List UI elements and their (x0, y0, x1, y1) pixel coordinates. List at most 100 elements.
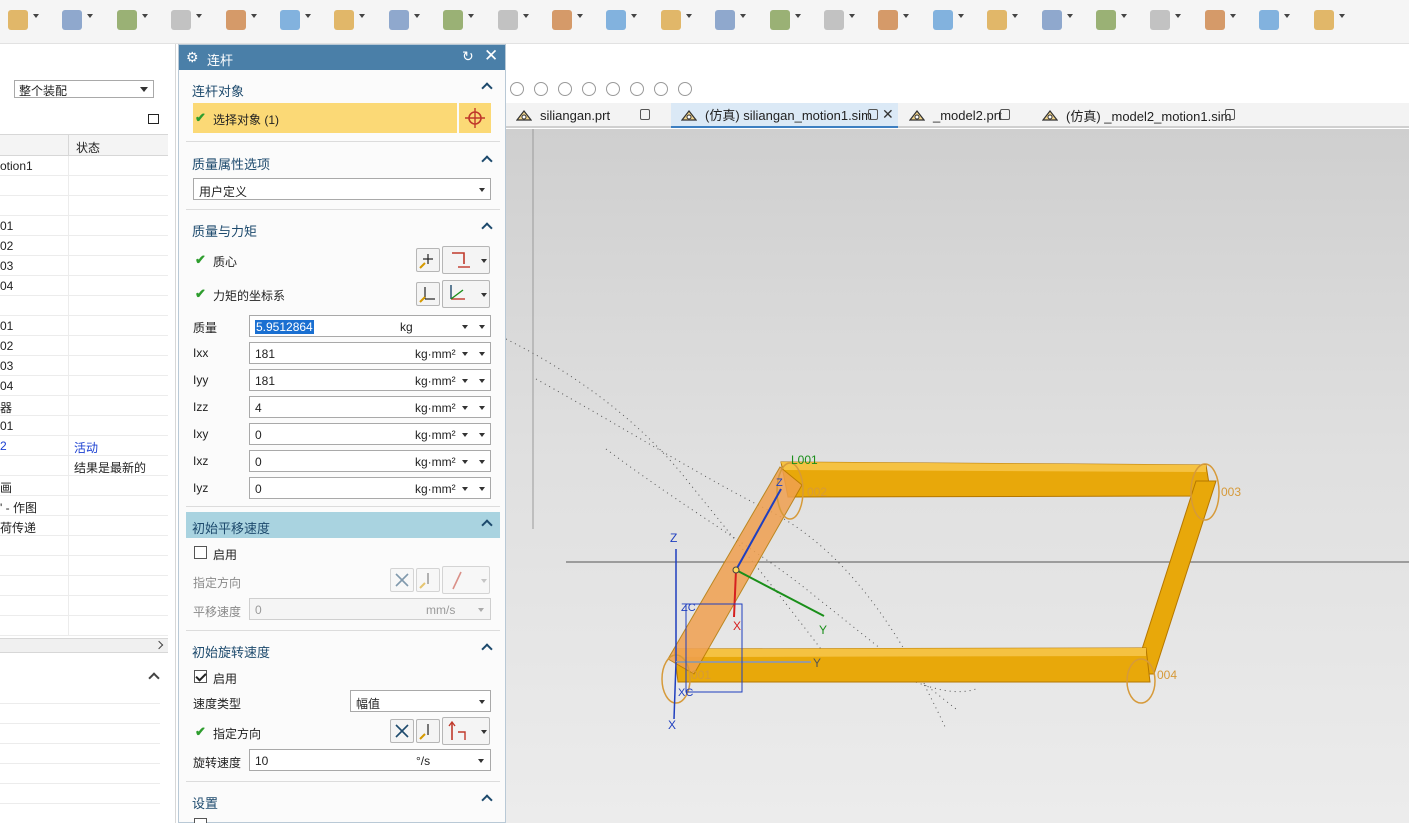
chevron-down-icon[interactable] (479, 406, 485, 410)
chevron-down-icon[interactable] (1121, 14, 1127, 18)
tab-model2-motion1-sim[interactable]: (仿真) _model2_motion1.sim (1032, 103, 1252, 128)
collapse-chevron-icon[interactable] (481, 794, 493, 806)
animation-icon[interactable] (987, 10, 1008, 30)
section-initial-translation[interactable]: 初始平移速度 (186, 512, 500, 538)
measure-icon[interactable] (769, 10, 790, 30)
section-link-object[interactable]: 连杆对象 (186, 75, 500, 101)
chevron-down-icon[interactable] (957, 14, 964, 18)
output-icon[interactable] (1096, 10, 1116, 30)
plot-icon[interactable] (1150, 10, 1171, 30)
vector-type-select[interactable] (442, 717, 490, 745)
gear-joint-icon[interactable] (116, 10, 137, 30)
snap-point-icon[interactable] (630, 82, 644, 96)
snap-point-icon[interactable] (510, 82, 524, 96)
translation-enable-checkbox[interactable] (194, 546, 207, 559)
chevron-down-icon[interactable] (359, 14, 366, 18)
inertia-input[interactable]: 0 kg·mm² (249, 450, 491, 472)
close-icon[interactable]: ✕ (484, 46, 498, 66)
model-canvas[interactable]: L001 002 003 004 001 Z Y X ZC XC Y X Z (506, 129, 1409, 823)
navigator-row[interactable]: 02 (0, 336, 168, 356)
link-icon[interactable] (8, 10, 28, 30)
chevron-down-icon[interactable] (462, 433, 468, 437)
navigator-row[interactable]: 03 (0, 256, 168, 276)
section-mass-moment[interactable]: 质量与力矩 (186, 215, 500, 241)
reverse-direction-button[interactable] (390, 719, 414, 743)
chevron-down-icon[interactable] (196, 14, 203, 18)
previous-frame-icon[interactable] (1259, 10, 1280, 30)
navigator-row[interactable]: 器 (0, 396, 168, 416)
joint-icon[interactable] (62, 10, 83, 30)
crosshair-button[interactable] (459, 103, 491, 133)
chevron-down-icon[interactable] (479, 433, 485, 437)
first-frame-icon[interactable] (1204, 10, 1225, 30)
csys-dialog-button[interactable] (416, 282, 440, 306)
chevron-down-icon[interactable] (1284, 14, 1291, 18)
chevron-down-icon[interactable] (740, 14, 747, 18)
field-unit[interactable]: kg·mm² (415, 482, 456, 496)
chevron-down-icon[interactable] (479, 352, 485, 356)
horizontal-scrollbar[interactable] (0, 638, 168, 653)
chevron-down-icon[interactable] (685, 14, 692, 18)
mass-input[interactable]: 5.9512864 kg (249, 315, 491, 337)
chevron-down-icon[interactable] (1338, 14, 1345, 18)
vector-dialog-button[interactable] (416, 719, 440, 743)
driver-icon[interactable] (606, 10, 627, 30)
chevron-down-icon[interactable] (462, 379, 468, 383)
chevron-down-icon[interactable] (849, 14, 855, 18)
solid-icon[interactable] (225, 10, 246, 30)
collapse-chevron-icon[interactable] (481, 155, 493, 167)
chevron-down-icon[interactable] (1175, 14, 1182, 18)
chevron-down-icon[interactable] (462, 460, 468, 464)
inertia-input[interactable]: 4 kg·mm² (249, 396, 491, 418)
chevron-down-icon[interactable] (87, 14, 94, 18)
marker-icon[interactable] (280, 10, 300, 30)
angle-icon[interactable] (497, 10, 518, 30)
inertia-input[interactable]: 0 kg·mm² (249, 423, 491, 445)
reverse-direction-button[interactable] (390, 568, 414, 592)
function-icon[interactable] (660, 10, 681, 30)
collapse-chevron-icon[interactable] (481, 643, 493, 655)
chevron-down-icon[interactable] (462, 487, 468, 491)
select-object-row[interactable]: ✔ 选择对象 (1) (193, 103, 457, 133)
point-type-select[interactable] (442, 246, 490, 274)
open-external-icon[interactable] (1225, 109, 1235, 120)
field-unit[interactable]: kg·mm² (415, 401, 456, 415)
chevron-down-icon[interactable] (413, 14, 420, 18)
chevron-down-icon[interactable] (577, 14, 583, 18)
navigator-row[interactable]: 03 (0, 356, 168, 376)
section-icon[interactable] (1041, 10, 1062, 30)
navigator-row[interactable] (0, 196, 168, 216)
chevron-down-icon[interactable] (141, 14, 148, 18)
chevron-down-icon[interactable] (33, 14, 39, 18)
navigator-row[interactable]: 04 (0, 276, 168, 296)
chevron-down-icon[interactable] (479, 460, 485, 464)
chevron-down-icon[interactable] (522, 14, 529, 18)
translation-speed-input[interactable]: 0 mm/s (249, 598, 491, 620)
tab-siliangan-motion1-sim[interactable]: (仿真) siliangan_motion1.sim ✕ (671, 103, 898, 128)
navigator-row[interactable]: otion1 (0, 156, 168, 176)
section-settings[interactable]: 设置 (186, 787, 500, 813)
navigator-row[interactable]: 02 (0, 236, 168, 256)
navigator-row[interactable] (0, 616, 168, 636)
navigator-row[interactable] (0, 536, 168, 556)
assembly-filter-select[interactable]: 整个装配 (14, 80, 154, 98)
navigator-row[interactable]: 04 (0, 376, 168, 396)
chevron-down-icon[interactable] (468, 14, 475, 18)
constraint-icon[interactable] (552, 10, 572, 30)
rotation-enable-checkbox[interactable] (194, 670, 207, 683)
chevron-down-icon[interactable] (479, 325, 485, 329)
coordinate-icon[interactable] (334, 10, 355, 30)
chevron-down-icon[interactable] (794, 14, 801, 18)
settings-checkbox[interactable] (194, 818, 207, 823)
chevron-down-icon[interactable] (462, 406, 468, 410)
damper-icon[interactable] (388, 10, 409, 30)
chevron-down-icon[interactable] (1229, 14, 1236, 18)
rotation-speed-input[interactable]: 10 °/s (249, 749, 491, 771)
link-right[interactable] (1133, 480, 1217, 675)
navigator-row[interactable]: 01 (0, 216, 168, 236)
speed-type-select[interactable]: 幅值 (350, 690, 491, 712)
vector-dialog-button[interactable] (416, 568, 440, 592)
navigator-row[interactable]: 01 (0, 416, 168, 436)
close-tab-icon[interactable]: ✕ (882, 106, 894, 123)
field-unit[interactable]: kg·mm² (415, 428, 456, 442)
